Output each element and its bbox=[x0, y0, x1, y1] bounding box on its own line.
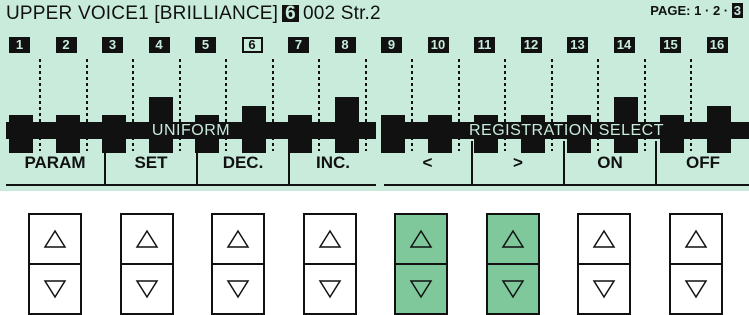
section-uniform: UNIFORM bbox=[6, 122, 376, 139]
button-8-down[interactable] bbox=[668, 263, 723, 315]
channel-number: 6 bbox=[241, 37, 263, 53]
channel-number: 10 bbox=[427, 37, 449, 53]
button-6-up[interactable] bbox=[485, 213, 540, 265]
channel-number: 8 bbox=[334, 37, 356, 53]
channel-number: 15 bbox=[660, 37, 681, 53]
page-separator-1: · bbox=[704, 3, 710, 18]
channel-number: 1 bbox=[9, 37, 30, 53]
button-1-down[interactable] bbox=[28, 263, 82, 315]
menu-next[interactable]: > bbox=[473, 141, 565, 185]
menu-inc[interactable]: INC. bbox=[290, 141, 376, 185]
button-5-up[interactable] bbox=[394, 213, 448, 265]
menu-on[interactable]: ON bbox=[565, 141, 657, 185]
channel-number: 3 bbox=[102, 37, 123, 53]
triangle-up-icon bbox=[592, 229, 616, 248]
channel-number: 16 bbox=[706, 37, 728, 53]
button-2-up[interactable] bbox=[119, 213, 174, 265]
triangle-down-icon bbox=[409, 280, 433, 299]
page-separator-2: · bbox=[723, 3, 729, 18]
triangle-down-icon bbox=[684, 280, 707, 299]
menu-dec[interactable]: DEC. bbox=[198, 141, 290, 185]
menu-param[interactable]: PARAM bbox=[6, 141, 106, 185]
button-2-down[interactable] bbox=[119, 263, 174, 315]
triangle-down-icon bbox=[592, 280, 616, 299]
triangle-down-icon bbox=[135, 280, 158, 299]
menu-underline-left bbox=[6, 184, 376, 186]
button-3-down[interactable] bbox=[211, 263, 265, 315]
page-1: 1 bbox=[694, 3, 702, 18]
display-title: UPPER VOICE1 [BRILLIANCE] 6 002 Str.2 bbox=[6, 3, 381, 25]
triangle-down-icon bbox=[501, 280, 524, 299]
menu-prev[interactable]: < bbox=[384, 141, 473, 185]
menu-uniform: PARAM SET DEC. INC. bbox=[6, 141, 376, 185]
channel-number: 11 bbox=[474, 37, 495, 53]
triangle-up-icon bbox=[501, 229, 524, 248]
channel-number: 2 bbox=[55, 37, 77, 53]
page-3-current: 3 bbox=[731, 3, 743, 18]
page-label: PAGE: bbox=[650, 3, 691, 18]
button-7-down[interactable] bbox=[577, 263, 631, 315]
channel-number: 9 bbox=[381, 37, 402, 53]
triangle-down-icon bbox=[43, 280, 67, 299]
button-4-up[interactable] bbox=[302, 213, 357, 265]
button-3-up[interactable] bbox=[211, 213, 265, 265]
title-text: UPPER VOICE1 [BRILLIANCE] bbox=[6, 3, 279, 24]
menu-registration: < > ON OFF bbox=[384, 141, 749, 185]
section-registration-select: REGISTRATION SELECT bbox=[384, 122, 749, 139]
triangle-up-icon bbox=[226, 229, 250, 248]
menu-underline-right bbox=[384, 184, 749, 186]
triangle-down-icon bbox=[318, 280, 341, 299]
button-1-up[interactable] bbox=[28, 213, 82, 265]
channel-number: 5 bbox=[195, 37, 216, 53]
button-8-up[interactable] bbox=[668, 213, 723, 265]
channel-number: 7 bbox=[288, 37, 309, 53]
channel-number: 13 bbox=[567, 37, 588, 53]
voice-badge: 6 bbox=[282, 4, 299, 23]
lcd-display: UPPER VOICE1 [BRILLIANCE] 6 002 Str.2 PAGE… bbox=[0, 0, 749, 191]
button-4-down[interactable] bbox=[302, 263, 357, 315]
button-6-down[interactable] bbox=[485, 263, 540, 315]
triangle-down-icon bbox=[226, 280, 250, 299]
triangle-up-icon bbox=[684, 229, 707, 248]
button-7-up[interactable] bbox=[577, 213, 631, 265]
voice-name: 002 Str.2 bbox=[302, 3, 381, 24]
page-2: 2 bbox=[712, 3, 721, 18]
menu-set[interactable]: SET bbox=[106, 141, 198, 185]
button-5-down[interactable] bbox=[394, 263, 448, 315]
page-indicator: PAGE: 1 · 2 · 3 bbox=[650, 3, 743, 18]
channel-number: 14 bbox=[613, 37, 635, 53]
triangle-up-icon bbox=[409, 229, 433, 248]
triangle-up-icon bbox=[43, 229, 67, 248]
channel-number: 12 bbox=[520, 37, 542, 53]
triangle-up-icon bbox=[135, 229, 158, 248]
channel-number: 4 bbox=[148, 37, 170, 53]
triangle-up-icon bbox=[318, 229, 341, 248]
menu-off[interactable]: OFF bbox=[657, 141, 749, 185]
